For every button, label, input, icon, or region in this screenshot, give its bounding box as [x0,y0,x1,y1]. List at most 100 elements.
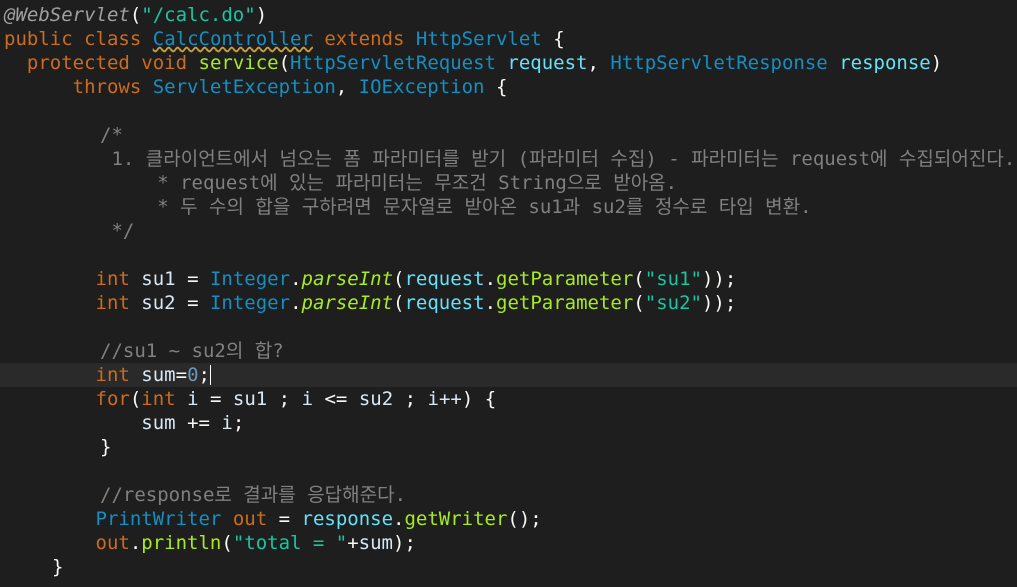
string-literal: "su1" [644,268,702,290]
paren: ( [278,52,291,74]
keyword: int [141,388,176,410]
code-line-4[interactable]: throws ServletException, IOException { [4,75,508,99]
keyword: class [84,28,142,50]
keyword: throws [72,76,142,98]
variable: sum [358,532,393,554]
brace: { [495,76,508,98]
code-line-21[interactable]: //response로 결과를 응답해준다. [4,483,406,507]
code-line-13[interactable]: int su2 = Integer.parseInt(request.getPa… [4,291,737,315]
keyword: int [95,268,130,290]
variable: out [232,508,268,530]
keyword: for [95,388,130,410]
variable-ref: request [404,292,485,314]
dot: . [290,268,302,290]
dot: . [393,508,405,530]
keyword: public [4,28,73,50]
code-line-18[interactable]: sum += i; [4,411,244,435]
keyword: int [95,364,130,386]
operator: = [278,508,291,530]
static-method: parseInt [301,292,394,314]
variable: sum [141,412,176,434]
annotation-webservlet: @WebServlet [4,4,130,26]
class-ref: Integer [209,268,291,290]
variable: i++ [427,388,462,410]
class-ref: Integer [209,292,291,314]
paren: ( [633,268,645,290]
method-name: service [198,52,279,74]
string-literal: "total = " [232,532,348,554]
brace: } [52,556,64,578]
variable: su2 [358,388,394,410]
param-type: HttpServletRequest [290,52,496,74]
semicolon: ; [198,364,210,386]
brace: { [553,28,565,50]
variable: i [221,412,233,434]
paren: ) [461,388,474,410]
code-line-8[interactable]: * request에 있는 파라미터는 무조건 String으로 받아옴. [4,171,677,195]
class-name: CalcController [152,28,313,50]
paren: (); [507,508,542,530]
paren: ( [129,4,142,26]
keyword: void [141,52,188,74]
operator: = [187,292,199,314]
code-line-22[interactable]: PrintWriter out = response.getWriter(); [4,507,542,531]
variable: su1 [141,268,176,290]
dot: . [484,268,497,290]
param-name: request [507,52,588,74]
semicolon: ; [232,412,245,434]
method-call: getParameter [496,268,634,290]
string-literal: "/calc.do" [141,4,256,26]
operator: <= [324,388,348,410]
code-line-17[interactable]: for(int i = su1 ; i <= su2 ; i++) { [4,387,497,411]
comment-text: * request에 있는 파라미터는 무조건 String으로 받아옴. [100,172,678,194]
code-editor[interactable]: @WebServlet("/calc.do") public class Cal… [0,0,1017,587]
code-line-7[interactable]: 1. 클라이언트에서 넘오는 폼 파라미터를 받기 (파라미터 수집) - 파라… [4,147,1015,171]
paren: ) [930,52,943,74]
line-comment: //response로 결과를 응답해준다. [100,484,407,506]
code-line-9[interactable]: * 두 수의 합을 구하려면 문자열로 받아온 su1과 su2를 정수로 타입… [4,195,812,219]
paren: )); [701,268,737,290]
brace: } [100,436,112,458]
comma: , [335,76,348,98]
comment-text: * 두 수의 합을 구하려면 문자열로 받아온 su1과 su2를 정수로 타입… [100,196,812,218]
line-comment: //su1 ~ su2의 합? [100,340,284,362]
code-line-10[interactable]: */ [4,219,134,243]
comment-text: 1. 클라이언트에서 넘오는 폼 파라미터를 받기 (파라미터 수집) - 파라… [100,148,1016,170]
code-line-24[interactable]: } [4,555,63,579]
class-ref: PrintWriter [95,508,222,530]
code-line-16[interactable]: int sum=0; [4,363,211,387]
param-name: response [839,52,931,74]
string-literal: "su2" [644,292,702,314]
paren: ( [393,268,405,290]
number-literal: 0 [187,364,199,386]
keyword: protected [26,52,130,74]
code-line-1[interactable]: @WebServlet("/calc.do") [4,3,267,27]
dot: . [129,532,142,554]
operator: = [187,268,199,290]
block-comment-close: */ [100,220,135,242]
operator: = [175,364,188,386]
method-call: getParameter [496,292,634,314]
variable: su1 [232,388,268,410]
paren: ( [633,292,645,314]
paren: ( [221,532,233,554]
operator: += [187,412,210,434]
code-line-3[interactable]: protected void service(HttpServletReques… [4,51,942,75]
code-line-12[interactable]: int su1 = Integer.parseInt(request.getPa… [4,267,737,291]
code-line-6[interactable]: /* [4,123,123,147]
block-comment-open: /* [100,124,123,146]
operator: + [347,532,359,554]
param-type: HttpServletResponse [610,52,828,74]
paren: ) [255,4,268,26]
code-line-19[interactable]: } [4,435,111,459]
operator: = [209,388,222,410]
variable-ref: response [301,508,394,530]
code-line-2[interactable]: public class CalcController extends Http… [4,27,565,51]
comma: , [587,52,599,74]
code-line-23[interactable]: out.println("total = "+sum); [4,531,416,555]
paren: ( [129,388,142,410]
paren: ); [393,532,416,554]
semicolon: ; [404,388,417,410]
paren: ( [393,292,405,314]
code-line-15[interactable]: //su1 ~ su2의 합? [4,339,284,363]
